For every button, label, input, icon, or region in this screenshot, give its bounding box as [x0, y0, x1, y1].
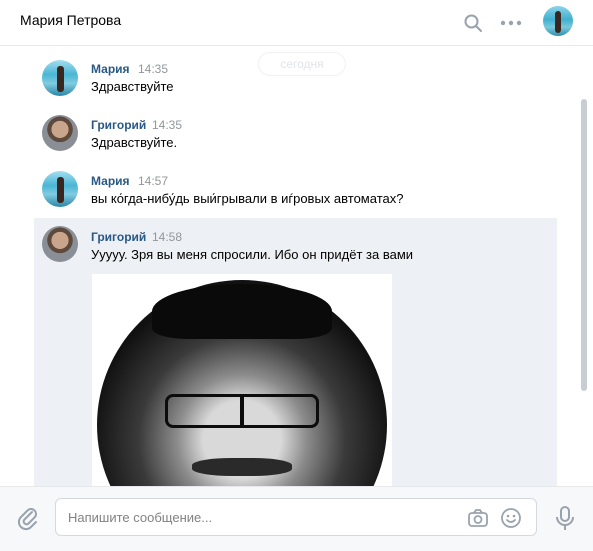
attach-icon[interactable]: [15, 505, 41, 531]
message-time[interactable]: 14:35: [138, 62, 168, 76]
smile-icon[interactable]: [499, 506, 523, 530]
message-text: Здравствуйте.: [91, 135, 178, 150]
photo-mustache: [192, 458, 292, 476]
photo-glasses: [165, 394, 319, 428]
search-icon[interactable]: [460, 10, 486, 36]
author-name[interactable]: Григорий: [91, 230, 146, 244]
chat-header: Мария Петрова: [0, 0, 593, 46]
message-time[interactable]: 14:35: [152, 118, 182, 132]
message-text: Ууууу. Зря вы меня спросили. Ибо он прид…: [91, 247, 414, 262]
message-input-box[interactable]: [55, 498, 537, 536]
message-input[interactable]: [68, 499, 458, 535]
microphone-icon[interactable]: [552, 504, 578, 532]
message-text: Здравствуйте: [91, 79, 174, 94]
message-history: сегодня Мария 14:35 Здравствуйте Григори…: [0, 46, 593, 486]
more-icon[interactable]: [498, 10, 524, 36]
message-item: Григорий 14:58 Ууууу. Зря вы меня спроси…: [34, 218, 557, 486]
message-time[interactable]: 14:57: [138, 174, 168, 188]
message-time[interactable]: 14:58: [152, 230, 182, 244]
message-item: Мария 14:57 вы ко́гда-нибу́дь выи́грывал…: [34, 168, 557, 218]
message-item: Григорий 14:35 Здравствуйте.: [34, 113, 557, 163]
photo-attachment[interactable]: [92, 274, 392, 486]
camera-icon[interactable]: [466, 506, 490, 530]
author-avatar[interactable]: [42, 60, 78, 96]
chat-title[interactable]: Мария Петрова: [20, 12, 121, 28]
scrollbar[interactable]: [581, 99, 587, 391]
author-name[interactable]: Мария: [91, 174, 130, 188]
message-text: вы ко́гда-нибу́дь выи́грывали в иѓровых …: [91, 191, 404, 206]
author-name[interactable]: Григорий: [91, 118, 146, 132]
author-avatar[interactable]: [42, 226, 78, 262]
avatar[interactable]: [543, 6, 573, 36]
message-composer: [0, 486, 593, 551]
author-name[interactable]: Мария: [91, 62, 130, 76]
message-item: Мария 14:35 Здравствуйте: [34, 56, 557, 106]
author-avatar[interactable]: [42, 115, 78, 151]
author-avatar[interactable]: [42, 171, 78, 207]
photo-hair: [152, 284, 332, 339]
